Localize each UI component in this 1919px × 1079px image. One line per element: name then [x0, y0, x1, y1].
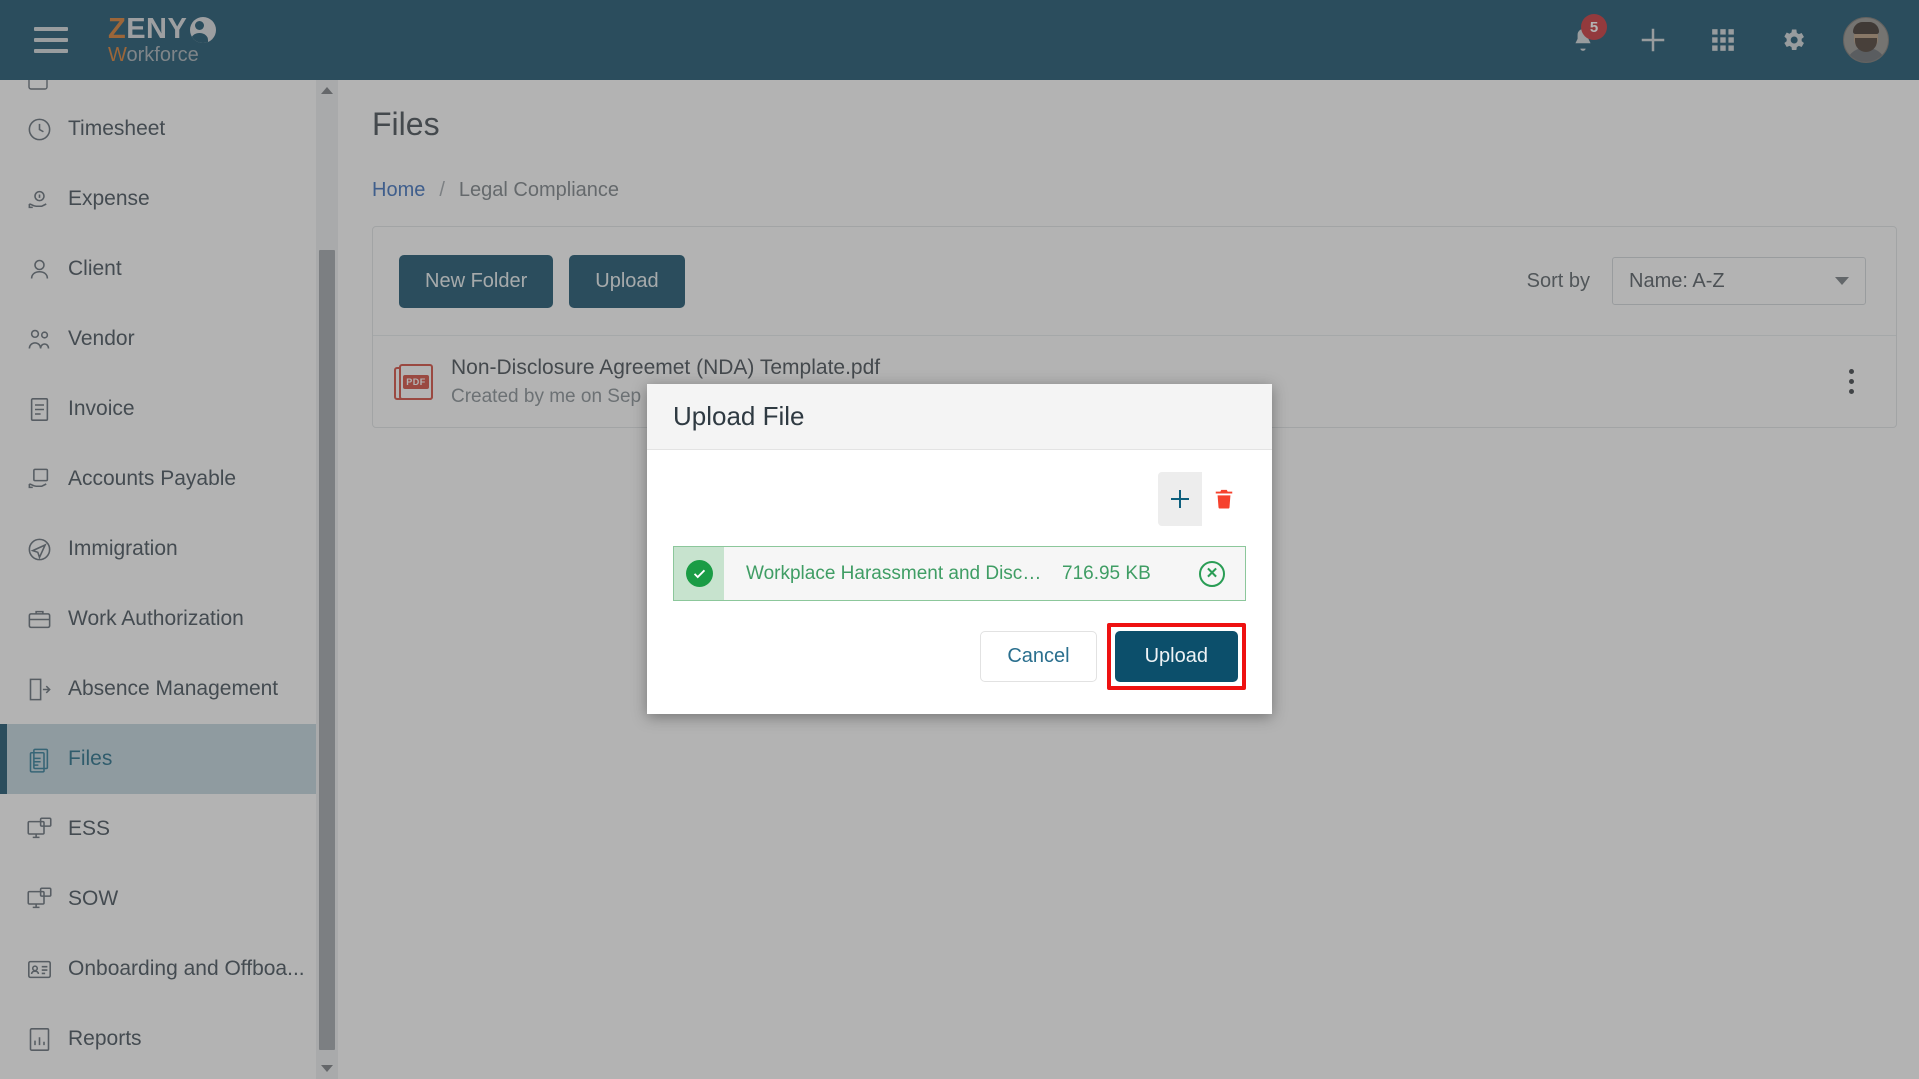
dialog-header: Upload File [647, 384, 1272, 450]
dialog-tool-buttons [673, 472, 1246, 526]
upload-status-cell [674, 547, 724, 600]
remove-circle-icon[interactable]: ✕ [1199, 560, 1225, 587]
dialog-upload-button[interactable]: Upload [1114, 631, 1238, 682]
dialog-footer: Cancel Upload [647, 601, 1272, 714]
upload-button-highlight: Upload [1106, 623, 1246, 690]
dialog-body: Workplace Harassment and Discrimi... 716… [647, 450, 1272, 601]
uploaded-file-size: 716.95 KB [1062, 562, 1151, 584]
cancel-button[interactable]: Cancel [980, 631, 1097, 682]
application-window: Z ENY Workforce 5 Timesheet Expense Clie… [0, 0, 1919, 1079]
dialog-title: Upload File [673, 401, 805, 431]
uploaded-file-item: Workplace Harassment and Discrimi... 716… [673, 546, 1246, 601]
trash-icon [1215, 489, 1233, 509]
check-circle-icon [685, 560, 713, 587]
delete-file-button[interactable] [1202, 472, 1246, 526]
add-file-button[interactable] [1158, 472, 1202, 526]
uploaded-file-name: Workplace Harassment and Discrimi... [746, 562, 1046, 584]
upload-file-dialog: Upload File Workplace Harassment and Dis… [647, 384, 1272, 714]
plus-icon [1171, 490, 1189, 508]
